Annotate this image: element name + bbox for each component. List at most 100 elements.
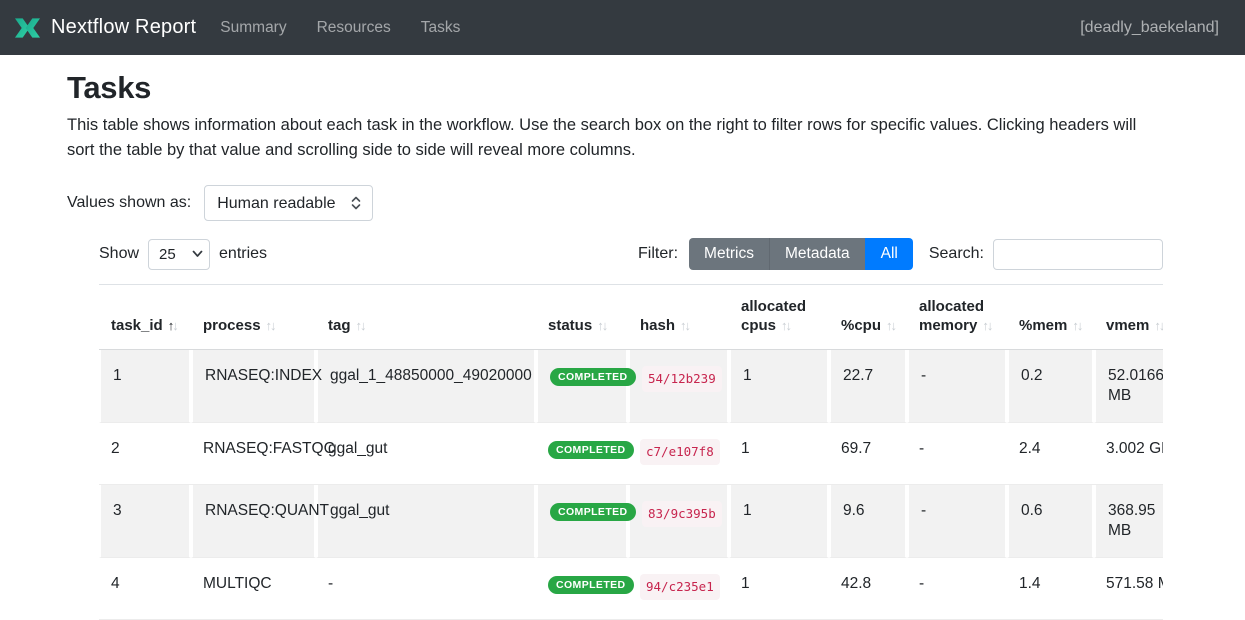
status-badge: COMPLETED xyxy=(550,368,636,386)
brand-title: Nextflow Report xyxy=(51,16,196,39)
sort-down-arrow: ↓ xyxy=(987,318,992,333)
cell-vmem: 571.58 MB xyxy=(1094,558,1163,620)
search-group: Search: xyxy=(929,239,1163,270)
column-header-process[interactable]: process ↑↓ xyxy=(191,284,316,350)
column-label: allocated cpus xyxy=(741,298,806,334)
column-header-allocated-cpus[interactable]: allocated cpus↑↓ xyxy=(729,284,829,350)
tasks-table-container[interactable]: task_id↑↓process↑↓tag↑↓status↑↓hash↑↓all… xyxy=(99,284,1163,620)
page-length-select-wrap: 25 xyxy=(148,239,210,270)
values-format-select[interactable]: Human readable xyxy=(204,185,373,221)
sort-down-arrow: ↓ xyxy=(685,318,690,333)
column-header-status[interactable]: status ↑↓ xyxy=(536,284,628,350)
table-row-3: 3RNASEQ:QUANTggal_gutCOMPLETED83/9c395b1… xyxy=(99,485,1163,558)
table-row-4: 4MULTIQC-COMPLETED94/c235e1142.8-1.4571.… xyxy=(99,558,1163,620)
column-label: status xyxy=(548,317,592,334)
column-header-hash[interactable]: hash↑↓ xyxy=(628,284,729,350)
sort-arrows-icon: ↑↓ xyxy=(1072,318,1081,333)
filter-button-metadata[interactable]: Metadata xyxy=(769,238,865,270)
navbar: Nextflow Report SummaryResourcesTasks [d… xyxy=(0,0,1245,55)
cell-pmem: 1.4 xyxy=(1007,558,1094,620)
cell-task-id: 1 xyxy=(99,350,191,423)
nav-item-summary[interactable]: Summary xyxy=(220,19,286,37)
cell-allocated-memory: - xyxy=(907,558,1007,620)
task-hash-code: 94/c235e1 xyxy=(640,574,720,600)
column-label: process xyxy=(203,317,261,334)
cell-allocated-memory: - xyxy=(907,350,1007,423)
filter-button-all[interactable]: All xyxy=(865,238,913,270)
cell-task-id: 3 xyxy=(99,485,191,558)
sort-down-arrow: ↓ xyxy=(1077,318,1082,333)
cell-pcpu: 9.6 xyxy=(829,485,907,558)
sort-arrows-icon: ↑↓ xyxy=(1154,318,1163,333)
cell-hash: c7/e107f8 xyxy=(628,423,729,485)
cell-status: COMPLETED xyxy=(536,558,628,620)
datatable-wrapper: Show 25 entries Filter: MetricsMetadataA… xyxy=(99,238,1163,620)
cell-pmem: 0.2 xyxy=(1007,350,1094,423)
cell-hash: 54/12b239 xyxy=(628,350,729,423)
cell-vmem: 3.002 GB xyxy=(1094,423,1163,485)
column-header-allocated-memory[interactable]: allocated memory↑↓ xyxy=(907,284,1007,350)
nav-item-tasks[interactable]: Tasks xyxy=(421,19,461,37)
tasks-table-body: 1RNASEQ:INDEXggal_1_48850000_49020000COM… xyxy=(99,350,1163,620)
cell-process: RNASEQ:INDEX xyxy=(191,350,316,423)
cell-pcpu: 42.8 xyxy=(829,558,907,620)
sort-arrows-icon: ↑↓ xyxy=(356,318,365,333)
page-title: Tasks xyxy=(67,70,1163,106)
task-hash-code: 83/9c395b xyxy=(642,501,722,527)
page-length-select[interactable]: 25 xyxy=(148,239,210,270)
column-header-tag[interactable]: tag ↑↓ xyxy=(316,284,536,350)
nextflow-logo-icon xyxy=(14,16,41,40)
cell-pmem: 0.6 xyxy=(1007,485,1094,558)
cell-process: MULTIQC xyxy=(191,558,316,620)
cell-pmem: 2.4 xyxy=(1007,423,1094,485)
filter-button-metrics[interactable]: Metrics xyxy=(689,238,769,270)
cell-hash: 83/9c395b xyxy=(628,485,729,558)
sort-down-arrow: ↓ xyxy=(360,318,365,333)
cell-hash: 94/c235e1 xyxy=(628,558,729,620)
status-badge: COMPLETED xyxy=(548,441,634,459)
column-header-pcpu[interactable]: %cpu ↑↓ xyxy=(829,284,907,350)
filter-group: Filter: MetricsMetadataAll xyxy=(638,238,913,270)
cell-allocated-cpus: 1 xyxy=(729,423,829,485)
sort-arrows-icon: ↑↓ xyxy=(680,318,689,333)
navbar-brand[interactable]: Nextflow Report xyxy=(14,16,196,40)
sort-arrows-icon: ↑↓ xyxy=(982,318,991,333)
status-badge: COMPLETED xyxy=(550,503,636,521)
nav-item-resources[interactable]: Resources xyxy=(317,19,391,37)
column-label: tag xyxy=(328,317,351,334)
values-format-row: Values shown as: Human readable xyxy=(67,185,1163,221)
sort-down-arrow: ↓ xyxy=(602,318,607,333)
column-header-task-id[interactable]: task_id↑↓ xyxy=(99,284,191,350)
cell-tag: ggal_gut xyxy=(316,423,536,485)
column-header-vmem[interactable]: vmem ↑↓ xyxy=(1094,284,1163,350)
main-content: Tasks This table shows information about… xyxy=(0,70,1245,620)
search-input[interactable] xyxy=(993,239,1163,270)
cell-tag: - xyxy=(316,558,536,620)
entries-label: entries xyxy=(219,245,267,263)
cell-pcpu: 69.7 xyxy=(829,423,907,485)
column-label: allocated memory xyxy=(919,298,984,334)
tasks-table-head: task_id↑↓process↑↓tag↑↓status↑↓hash↑↓all… xyxy=(99,284,1163,350)
cell-process: RNASEQ:QUANT xyxy=(191,485,316,558)
sort-down-arrow: ↓ xyxy=(172,318,177,333)
sort-down-arrow: ↓ xyxy=(891,318,896,333)
filter-button-group: MetricsMetadataAll xyxy=(689,238,913,270)
column-header-pmem[interactable]: %mem↑↓ xyxy=(1007,284,1094,350)
table-row-1: 1RNASEQ:INDEXggal_1_48850000_49020000COM… xyxy=(99,350,1163,423)
column-label: task_id xyxy=(111,317,163,334)
table-row-2: 2RNASEQ:FASTQCggal_gutCOMPLETEDc7/e107f8… xyxy=(99,423,1163,485)
sort-down-arrow: ↓ xyxy=(786,318,791,333)
cell-task-id: 2 xyxy=(99,423,191,485)
sort-arrows-icon: ↑↓ xyxy=(886,318,895,333)
page-length-group: Show 25 entries xyxy=(99,239,267,270)
sort-arrows-icon: ↑↓ xyxy=(266,318,275,333)
sort-down-arrow: ↓ xyxy=(1159,318,1163,333)
column-label: vmem xyxy=(1106,317,1149,334)
column-label: %cpu xyxy=(841,317,881,334)
values-format-select-wrap: Human readable xyxy=(204,185,373,221)
cell-task-id: 4 xyxy=(99,558,191,620)
tasks-table: task_id↑↓process↑↓tag↑↓status↑↓hash↑↓all… xyxy=(99,284,1163,620)
sort-arrows-icon: ↑↓ xyxy=(597,318,606,333)
values-format-label: Values shown as: xyxy=(67,194,191,212)
cell-allocated-memory: - xyxy=(907,423,1007,485)
